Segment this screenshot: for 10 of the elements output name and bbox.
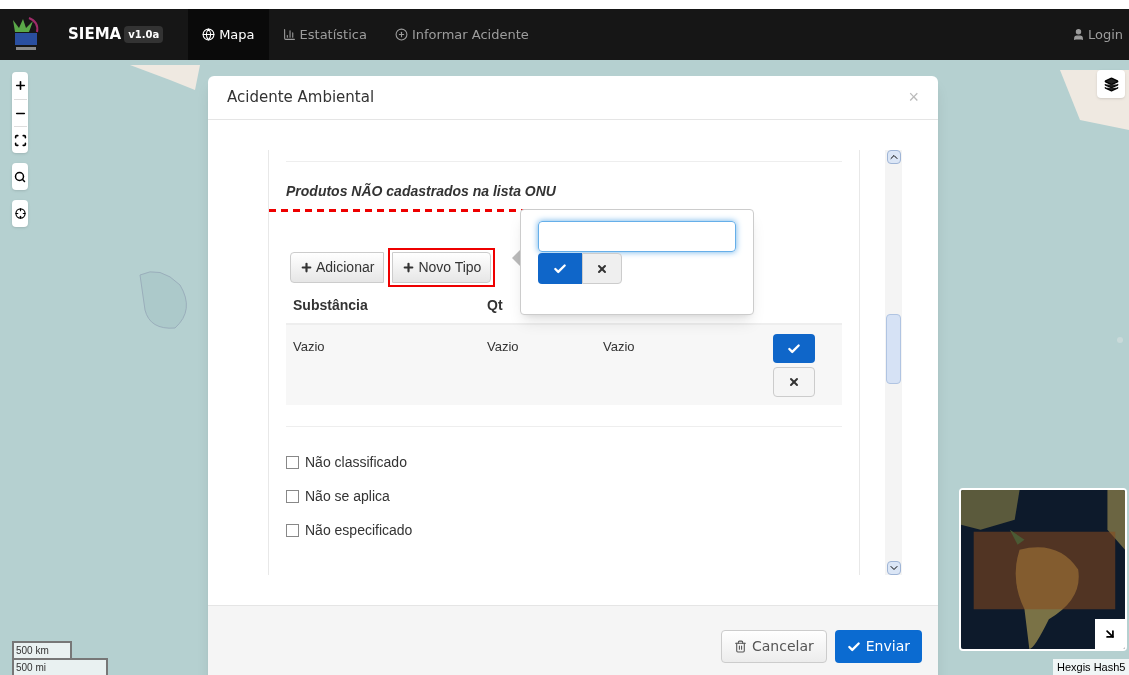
- globe-icon: [202, 28, 216, 41]
- nav-link[interactable]: Informar Acidente: [380, 9, 543, 60]
- version-badge: v1.0a: [124, 26, 164, 43]
- login-link[interactable]: Login: [1071, 24, 1123, 45]
- nav-link[interactable]: Mapa: [188, 9, 269, 60]
- user-icon: [1071, 28, 1085, 41]
- brand-name[interactable]: SIEMA: [68, 23, 122, 46]
- nav-link[interactable]: Estatística: [268, 9, 381, 60]
- bar-chart-icon: [282, 28, 296, 41]
- plus-circle-icon: [394, 28, 408, 41]
